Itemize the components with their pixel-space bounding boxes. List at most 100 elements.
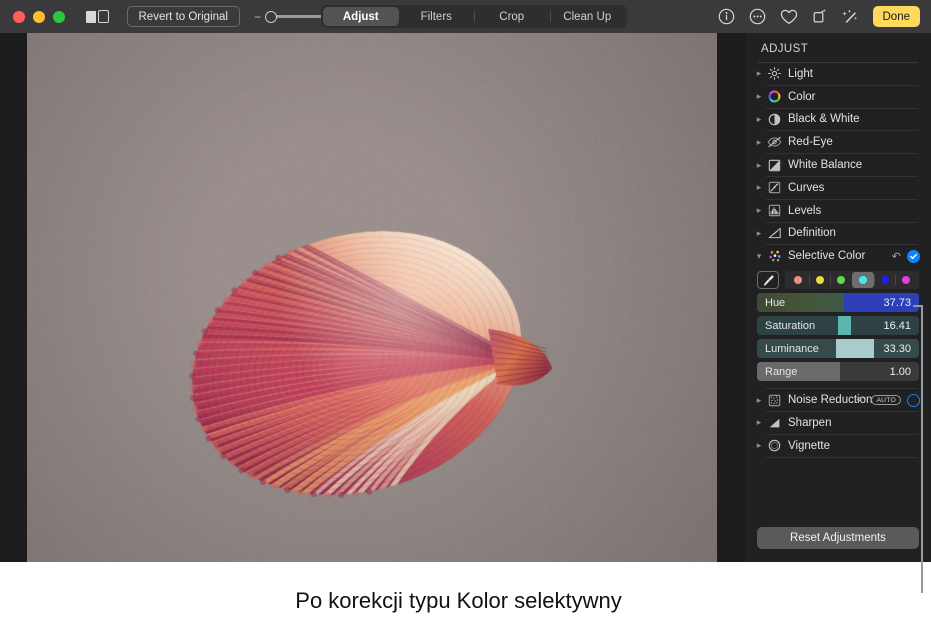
hue-slider-label: Hue	[765, 293, 785, 312]
vignette-icon	[766, 439, 783, 453]
split-view-outline-icon	[98, 10, 109, 23]
chevron-right-icon[interactable]: ▸	[753, 228, 765, 239]
sidebar-item-selective-color[interactable]: ▾ Selective Color ↶	[745, 245, 931, 267]
auto-badge[interactable]: AUTO	[871, 395, 901, 405]
luminance-slider[interactable]: Luminance 33.30	[757, 339, 919, 358]
sidebar-item-red-eye[interactable]: ▸ Red-Eye	[745, 131, 931, 153]
done-button[interactable]: Done	[873, 6, 921, 27]
sidebar-item-noise-reduction[interactable]: ▸ Noise Reduction ↶ AUTO	[745, 389, 931, 411]
swatch-cyan-dot	[859, 276, 867, 284]
swatch-cyan[interactable]	[852, 272, 874, 288]
chevron-right-icon[interactable]: ▸	[753, 114, 765, 125]
luminance-slider-value: 33.30	[883, 339, 911, 358]
swatch-red[interactable]	[787, 272, 809, 288]
sidebar-item-color[interactable]: ▸ Color	[745, 86, 931, 108]
swatch-yellow[interactable]	[809, 272, 831, 288]
tab-adjust[interactable]: Adjust	[323, 7, 399, 26]
selective-color-swatch-row	[757, 271, 919, 289]
noise-reduction-controls: ↶ AUTO	[856, 394, 920, 407]
edited-photo[interactable]	[27, 33, 717, 562]
revert-label: Revert to Original	[139, 11, 228, 23]
saturation-slider-label: Saturation	[765, 316, 815, 335]
chevron-right-icon[interactable]: ▸	[753, 440, 765, 451]
sidebar-item-white-balance[interactable]: ▸ White Balance	[745, 154, 931, 176]
luminance-slider-value-fill	[836, 339, 873, 358]
sun-icon	[766, 67, 783, 81]
tab-filters[interactable]: Filters	[399, 7, 475, 26]
selective-color-enabled-checkbox[interactable]	[907, 250, 920, 263]
sidebar-item-levels[interactable]: ▸ Levels	[745, 200, 931, 222]
tab-clean-up[interactable]: Clean Up	[550, 7, 626, 26]
toolbar: Revert to Original − + Adjust Filters Cr…	[0, 0, 931, 33]
hue-slider-value: 37.73	[883, 293, 911, 312]
tab-filters-label: Filters	[421, 11, 452, 23]
toolbar-right-icons: Done	[718, 0, 921, 33]
sidebar-item-label: Selective Color	[788, 250, 865, 262]
zoom-slider-knob[interactable]	[265, 11, 277, 23]
reset-adjustments-label: Reset Adjustments	[790, 532, 886, 544]
split-view-filled-icon	[86, 11, 96, 23]
close-button[interactable]	[13, 11, 25, 23]
sidebar-item-sharpen[interactable]: ▸ Sharpen	[745, 412, 931, 434]
chevron-right-icon[interactable]: ▸	[753, 137, 765, 148]
selective-color-body: Hue 37.73 Saturation 16.41 Luminance 33.…	[745, 267, 931, 381]
swatch-green[interactable]	[830, 272, 852, 288]
callout-bracket	[913, 305, 923, 593]
rotate-icon[interactable]	[811, 8, 829, 26]
minimize-button[interactable]	[33, 11, 45, 23]
curves-icon	[766, 181, 783, 195]
sidebar-item-curves[interactable]: ▸ Curves	[745, 177, 931, 199]
sidebar-item-label: Definition	[788, 227, 836, 239]
info-icon[interactable]	[718, 8, 736, 26]
sidebar-item-light[interactable]: ▸ Light	[745, 63, 931, 85]
sidebar-item-label: Levels	[788, 205, 821, 217]
saturation-slider[interactable]: Saturation 16.41	[757, 316, 919, 335]
zoom-out-icon[interactable]: −	[254, 11, 261, 23]
swatch-magenta[interactable]	[895, 272, 917, 288]
reset-adjustments-button[interactable]: Reset Adjustments	[757, 527, 919, 549]
chevron-right-icon[interactable]: ▸	[753, 205, 765, 216]
sidebar-item-definition[interactable]: ▸ Definition	[745, 223, 931, 245]
chevron-down-icon[interactable]: ▾	[753, 251, 765, 262]
more-options-icon[interactable]	[749, 8, 767, 26]
range-slider[interactable]: Range 1.00	[757, 362, 919, 381]
tab-crop[interactable]: Crop	[474, 7, 550, 26]
chevron-right-icon[interactable]: ▸	[753, 395, 765, 406]
sidebar-item-vignette[interactable]: ▸ Vignette	[745, 435, 931, 457]
hue-slider[interactable]: Hue 37.73	[757, 293, 919, 312]
auto-enhance-wand-icon[interactable]	[842, 8, 860, 26]
reset-arrow-icon[interactable]: ↶	[856, 394, 865, 407]
chevron-right-icon[interactable]: ▸	[753, 182, 765, 193]
photos-editor-window: Revert to Original − + Adjust Filters Cr…	[0, 0, 931, 625]
photo-canvas	[0, 33, 745, 562]
swatch-blue[interactable]	[874, 272, 896, 288]
chevron-right-icon[interactable]: ▸	[753, 160, 765, 171]
swatch-yellow-dot	[816, 276, 824, 284]
sharpen-icon	[766, 416, 783, 430]
swatch-magenta-dot	[902, 276, 910, 284]
chevron-right-icon[interactable]: ▸	[753, 91, 765, 102]
chevron-right-icon[interactable]: ▸	[753, 417, 765, 428]
eyedropper-icon[interactable]	[757, 271, 779, 289]
row-divider	[766, 457, 918, 458]
zoom-window-button[interactable]	[53, 11, 65, 23]
reset-arrow-icon[interactable]: ↶	[892, 250, 901, 263]
sidebar-item-black-and-white[interactable]: ▸ Black & White	[745, 109, 931, 131]
tab-clean-up-label: Clean Up	[563, 11, 611, 23]
half-circle-icon	[766, 112, 783, 126]
selective-color-controls: ↶	[892, 250, 920, 263]
revert-to-original-button[interactable]: Revert to Original	[127, 6, 240, 27]
favorite-heart-icon[interactable]	[780, 8, 798, 26]
sidebar-item-label: Vignette	[788, 440, 830, 452]
tab-adjust-label: Adjust	[343, 11, 379, 23]
split-view-toggle[interactable]	[86, 10, 109, 23]
done-label: Done	[883, 11, 911, 23]
sidebar-item-label: Curves	[788, 182, 824, 194]
luminance-slider-label: Luminance	[765, 339, 819, 358]
sidebar-item-label: Sharpen	[788, 417, 831, 429]
saturation-slider-value-fill	[838, 316, 851, 335]
sidebar-item-label: White Balance	[788, 159, 862, 171]
chevron-right-icon[interactable]: ▸	[753, 68, 765, 79]
caption-text: Po korekcji typu Kolor selektywny	[295, 588, 635, 613]
sidebar-title: ADJUST	[745, 33, 931, 62]
